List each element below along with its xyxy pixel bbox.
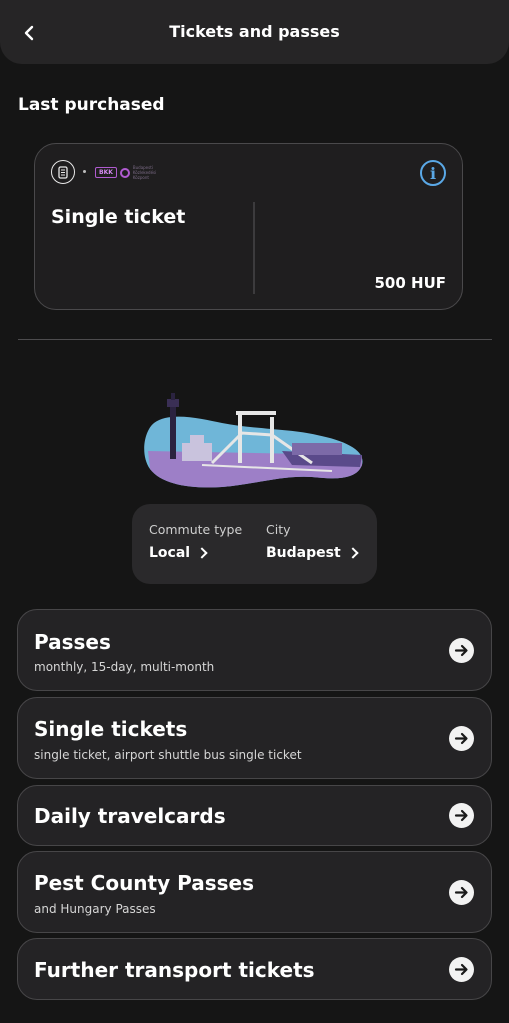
menu-item-pest-county-passes[interactable]: Pest County Passes and Hungary Passes — [17, 851, 492, 933]
chevron-right-icon — [346, 547, 359, 559]
menu-item-further-transport-tickets[interactable]: Further transport tickets — [17, 938, 492, 1000]
city-selector[interactable]: City Budapest — [266, 522, 359, 561]
last-purchased-heading: Last purchased — [18, 95, 165, 115]
menu-item-daily-travelcards[interactable]: Daily travelcards — [17, 785, 492, 846]
menu-item-title: Passes — [34, 630, 111, 654]
menu-item-title: Daily travelcards — [34, 804, 226, 828]
separator-dot — [83, 170, 86, 173]
menu-item-title: Single tickets — [34, 717, 188, 741]
menu-item-passes[interactable]: Passes monthly, 15-day, multi-month — [17, 609, 492, 691]
budapest-illustration — [144, 393, 363, 488]
bkk-logo-text: BKK — [95, 167, 117, 178]
arrow-right-icon — [449, 726, 474, 751]
info-icon[interactable]: i — [420, 160, 446, 186]
section-divider — [18, 339, 492, 340]
city-label: City — [266, 522, 291, 537]
menu-item-title: Pest County Passes — [34, 871, 254, 895]
menu-item-subtitle: monthly, 15-day, multi-month — [34, 660, 215, 674]
bkk-logo-subtext: Budapesti Közlekedési Központ — [132, 165, 157, 180]
ticket-icon — [51, 160, 75, 184]
menu-item-title: Further transport tickets — [34, 958, 315, 982]
commute-type-selector[interactable]: Commute type Local — [149, 522, 242, 561]
menu-item-single-tickets[interactable]: Single tickets single ticket, airport sh… — [17, 697, 492, 779]
chevron-right-icon — [196, 547, 208, 559]
ticket-divider — [253, 202, 255, 294]
city-value: Budapest — [266, 545, 341, 561]
arrow-right-icon — [449, 803, 474, 828]
ticket-name: Single ticket — [51, 206, 186, 228]
commute-city-selector: Commute type Local City Budapest — [132, 504, 377, 584]
bkk-logo-ring — [119, 167, 130, 178]
menu-item-subtitle: and Hungary Passes — [34, 902, 156, 916]
arrow-right-icon — [449, 638, 474, 663]
ticket-price: 500 HUF — [374, 274, 446, 292]
arrow-right-icon — [449, 957, 474, 982]
page-title: Tickets and passes — [169, 22, 340, 41]
last-purchased-ticket-card[interactable]: BKK Budapesti Közlekedési Központ i Sing… — [34, 143, 463, 310]
commute-type-label: Commute type — [149, 522, 243, 537]
arrow-right-icon — [449, 880, 474, 905]
menu-item-subtitle: single ticket, airport shuttle bus singl… — [34, 748, 302, 762]
top-app-bar: Tickets and passes — [0, 0, 509, 64]
bkk-logo: BKK Budapesti Közlekedési Központ — [95, 165, 163, 180]
commute-type-value: Local — [149, 545, 191, 561]
